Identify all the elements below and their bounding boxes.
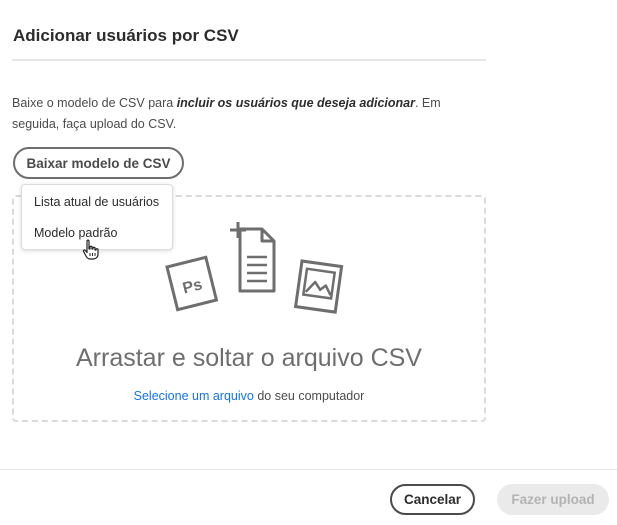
add-document-icon	[230, 222, 276, 293]
dropzone-suffix: do seu computador	[253, 389, 365, 403]
instructions-part1: Baixe o modelo de CSV para	[12, 96, 177, 110]
image-file-icon	[293, 259, 344, 314]
upload-button[interactable]: Fazer upload	[497, 484, 609, 515]
photoshop-file-icon: Ps	[165, 255, 219, 312]
download-template-button[interactable]: Baixar modelo de CSV	[13, 147, 184, 179]
cancel-button[interactable]: Cancelar	[390, 484, 475, 515]
title-divider	[12, 59, 486, 61]
file-types-illustration: Ps	[165, 222, 344, 314]
menu-item-current-users[interactable]: Lista atual de usuários	[22, 191, 172, 222]
hand-pointer-cursor-icon	[82, 239, 99, 260]
dropzone-title: Arrastar e soltar o arquivo CSV	[76, 344, 422, 372]
instructions-emphasis: incluir os usuários que deseja adicionar	[176, 96, 415, 110]
instructions-text: Baixe o modelo de CSV para incluir os us…	[12, 93, 482, 135]
footer-divider	[0, 469, 617, 470]
select-file-link[interactable]: Selecione um arquivo	[134, 389, 254, 403]
dialog-title: Adicionar usuários por CSV	[13, 26, 239, 45]
dropzone-subtitle: Selecione um arquivo do seu computador	[14, 389, 484, 403]
